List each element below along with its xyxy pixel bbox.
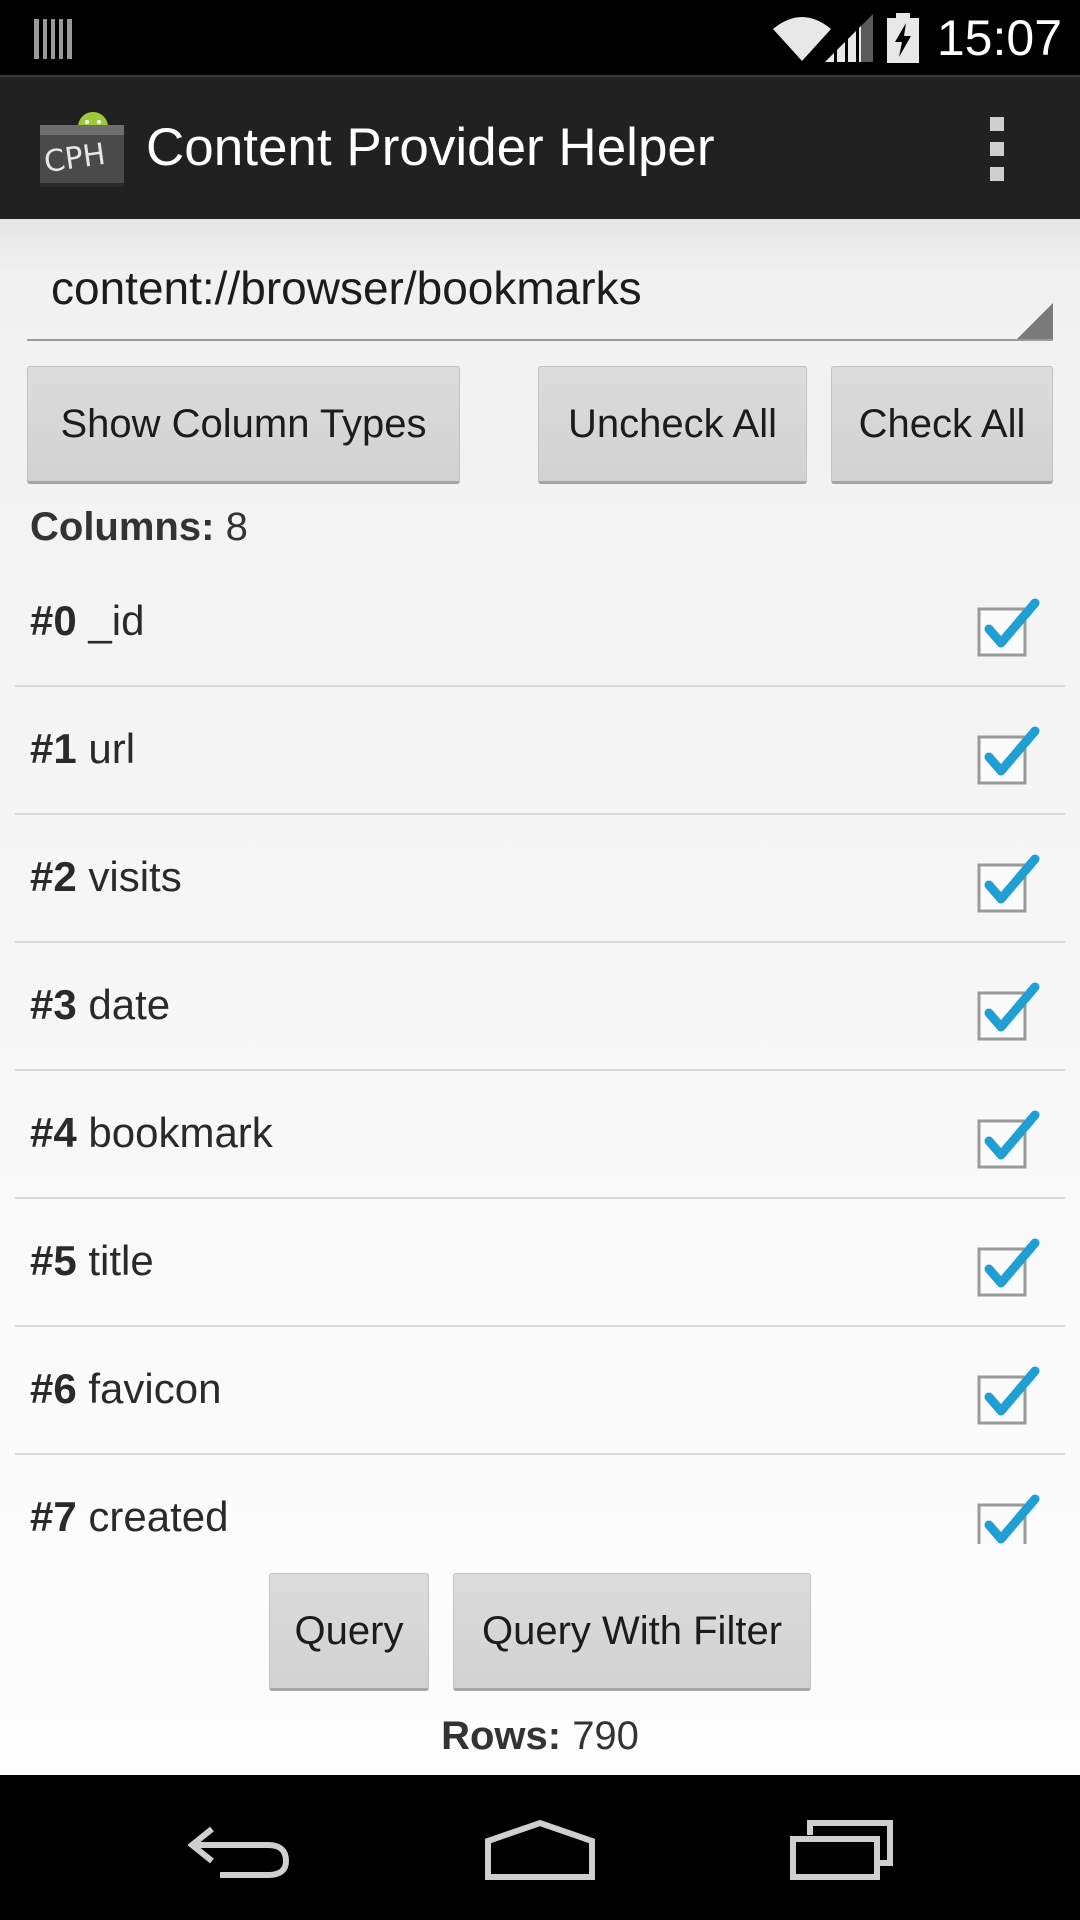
column-row[interactable]: #4 bookmark (15, 1071, 1065, 1199)
column-label: #7 created (30, 1493, 228, 1541)
dropdown-arrow-icon (1017, 303, 1053, 339)
recents-icon[interactable] (790, 1819, 894, 1881)
column-index: #1 (30, 725, 77, 772)
screen: 15:07 CPH Content Provider Helper conten… (0, 0, 1080, 1920)
column-name: url (88, 725, 136, 772)
signal-icon (824, 14, 873, 62)
action-bar: CPH Content Provider Helper (0, 75, 1080, 219)
column-checkbox[interactable] (977, 1237, 1041, 1297)
column-name: favicon (88, 1365, 222, 1412)
column-checkbox[interactable] (977, 597, 1041, 657)
column-checkbox[interactable] (977, 1493, 1041, 1544)
column-checkbox[interactable] (977, 853, 1041, 913)
column-name: title (88, 1237, 154, 1284)
status-time: 15:07 (936, 10, 1062, 66)
app-logo-icon: CPH (38, 111, 130, 191)
column-label: #5 title (30, 1237, 154, 1285)
column-name: date (88, 981, 171, 1028)
column-row[interactable]: #6 favicon (15, 1327, 1065, 1455)
column-name: bookmark (88, 1109, 273, 1156)
back-icon[interactable] (188, 1823, 292, 1879)
column-label: #6 favicon (30, 1365, 221, 1413)
check-all-button[interactable]: Check All (831, 366, 1053, 484)
column-label: #2 visits (30, 853, 182, 901)
column-index: #3 (30, 981, 77, 1028)
main-content: content://browser/bookmarks Show Column … (0, 219, 1080, 1775)
column-index: #0 (30, 597, 77, 644)
columns-label: Columns: (30, 505, 215, 549)
app-title: Content Provider Helper (146, 118, 715, 177)
column-name: _id (88, 597, 145, 644)
content-uri-spinner[interactable]: content://browser/bookmarks (27, 251, 1053, 341)
column-index: #2 (30, 853, 77, 900)
query-with-filter-button[interactable]: Query With Filter (453, 1573, 811, 1691)
column-name: created (88, 1493, 229, 1540)
columns-count: Columns: 8 (30, 505, 248, 550)
column-checkbox[interactable] (977, 1365, 1041, 1425)
notification-icon (34, 15, 72, 64)
column-row[interactable]: #1 url (15, 687, 1065, 815)
column-index: #5 (30, 1237, 77, 1284)
column-checkbox[interactable] (977, 1109, 1041, 1169)
battery-charging-icon (886, 13, 919, 63)
column-row[interactable]: #3 date (15, 943, 1065, 1071)
column-row[interactable]: #7 created (15, 1455, 1065, 1544)
query-button[interactable]: Query (269, 1573, 429, 1691)
show-column-types-button[interactable]: Show Column Types (27, 366, 460, 484)
column-row[interactable]: #5 title (15, 1199, 1065, 1327)
rows-label: Rows: (441, 1714, 562, 1758)
rows-value: 790 (572, 1714, 639, 1758)
column-index: #4 (30, 1109, 77, 1156)
column-label: #1 url (30, 725, 135, 773)
uncheck-all-button[interactable]: Uncheck All (538, 366, 807, 484)
column-index: #6 (30, 1365, 77, 1412)
column-checkbox[interactable] (977, 981, 1041, 1041)
content-uri-value: content://browser/bookmarks (51, 262, 642, 314)
column-name: visits (88, 853, 182, 900)
column-checkbox[interactable] (977, 725, 1041, 785)
wifi-icon (772, 15, 831, 61)
columns-value: 8 (225, 505, 248, 549)
rows-count: Rows: 790 (0, 1714, 1080, 1759)
home-icon[interactable] (484, 1819, 596, 1881)
navigation-bar (0, 1775, 1080, 1920)
overflow-menu-icon[interactable] (985, 117, 1009, 181)
column-row[interactable]: #2 visits (15, 815, 1065, 943)
column-label: #0 _id (30, 597, 144, 645)
column-row[interactable]: #0 _id (15, 559, 1065, 687)
column-label: #4 bookmark (30, 1109, 273, 1157)
column-list: #0 _id #1 url #2 visits #3 date #4 bookmark #… (15, 559, 1065, 1544)
status-bar: 15:07 (0, 0, 1080, 75)
column-index: #7 (30, 1493, 77, 1540)
system-status: 15:07 (772, 8, 1062, 68)
column-label: #3 date (30, 981, 170, 1029)
